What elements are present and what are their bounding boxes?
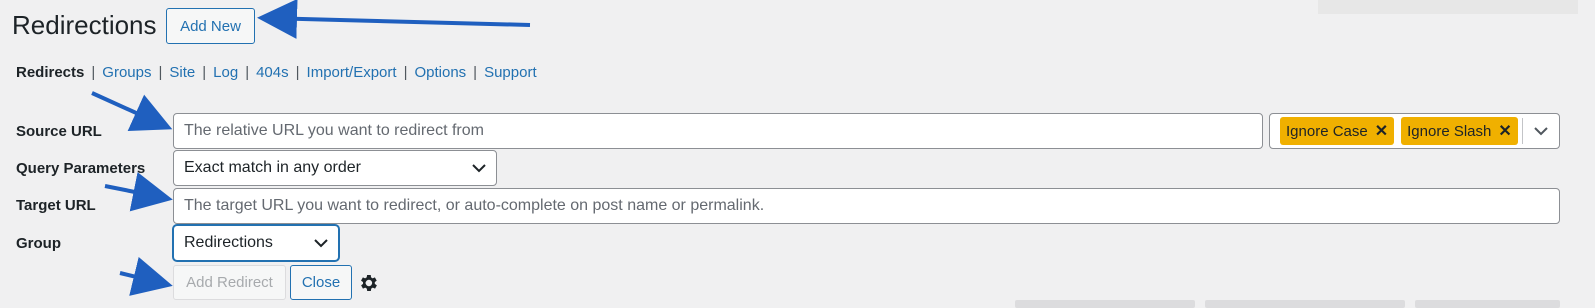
- flags-multiselect[interactable]: Ignore Case ✕ Ignore Slash ✕: [1269, 113, 1560, 149]
- source-url-label: Source URL: [16, 123, 102, 140]
- query-parameters-label: Query Parameters: [16, 160, 146, 177]
- subsubsub-nav: Redirects | Groups | Site | Log | 404s |…: [16, 64, 537, 81]
- nav-options[interactable]: Options: [414, 64, 466, 81]
- arrow-add-new: [257, 0, 531, 39]
- add-new-button[interactable]: Add New: [166, 8, 255, 44]
- nav-separator: |: [91, 64, 96, 81]
- arrow-target-url: [104, 172, 173, 212]
- page-title: Redirections: [12, 10, 157, 40]
- table-header-fragment: [1205, 300, 1405, 308]
- gear-icon[interactable]: [357, 272, 379, 294]
- tag-label: Ignore Case: [1286, 122, 1368, 140]
- nav-groups[interactable]: Groups: [102, 64, 151, 81]
- arrow-add-redirect: [119, 256, 173, 296]
- add-redirect-button[interactable]: Add Redirect: [173, 265, 286, 300]
- tag-ignore-case: Ignore Case ✕: [1280, 117, 1395, 145]
- select-value: Exact match in any order: [184, 159, 361, 176]
- nav-separator: |: [403, 64, 408, 81]
- target-url-input[interactable]: [173, 188, 1560, 224]
- close-icon[interactable]: ✕: [1498, 121, 1511, 141]
- nav-separator: |: [245, 64, 250, 81]
- nav-separator: |: [158, 64, 163, 81]
- nav-log[interactable]: Log: [213, 64, 238, 81]
- nav-site[interactable]: Site: [169, 64, 195, 81]
- chevron-down-icon[interactable]: [1523, 126, 1559, 136]
- tag-label: Ignore Slash: [1407, 122, 1492, 140]
- nav-separator: |: [202, 64, 207, 81]
- nav-redirects[interactable]: Redirects: [16, 64, 84, 81]
- tag-ignore-slash: Ignore Slash ✕: [1401, 117, 1518, 145]
- group-label: Group: [16, 235, 61, 252]
- nav-import-export[interactable]: Import/Export: [307, 64, 397, 81]
- close-button[interactable]: Close: [290, 265, 352, 300]
- chevron-down-icon: [472, 161, 486, 175]
- nav-support[interactable]: Support: [484, 64, 537, 81]
- blurred-region: [1318, 0, 1578, 14]
- nav-404s[interactable]: 404s: [256, 64, 289, 81]
- chevron-down-icon: [314, 236, 328, 250]
- close-icon[interactable]: ✕: [1375, 121, 1388, 141]
- table-header-fragment: [1415, 300, 1560, 308]
- source-url-input[interactable]: [173, 113, 1263, 149]
- nav-separator: |: [295, 64, 300, 81]
- query-parameters-select[interactable]: Exact match in any order: [173, 150, 497, 186]
- arrow-source-url: [91, 91, 173, 132]
- select-value: Redirections: [184, 234, 273, 251]
- target-url-label: Target URL: [16, 197, 96, 214]
- table-header-fragment: [1015, 300, 1195, 308]
- group-select[interactable]: Redirections: [173, 225, 339, 261]
- nav-separator: |: [473, 64, 478, 81]
